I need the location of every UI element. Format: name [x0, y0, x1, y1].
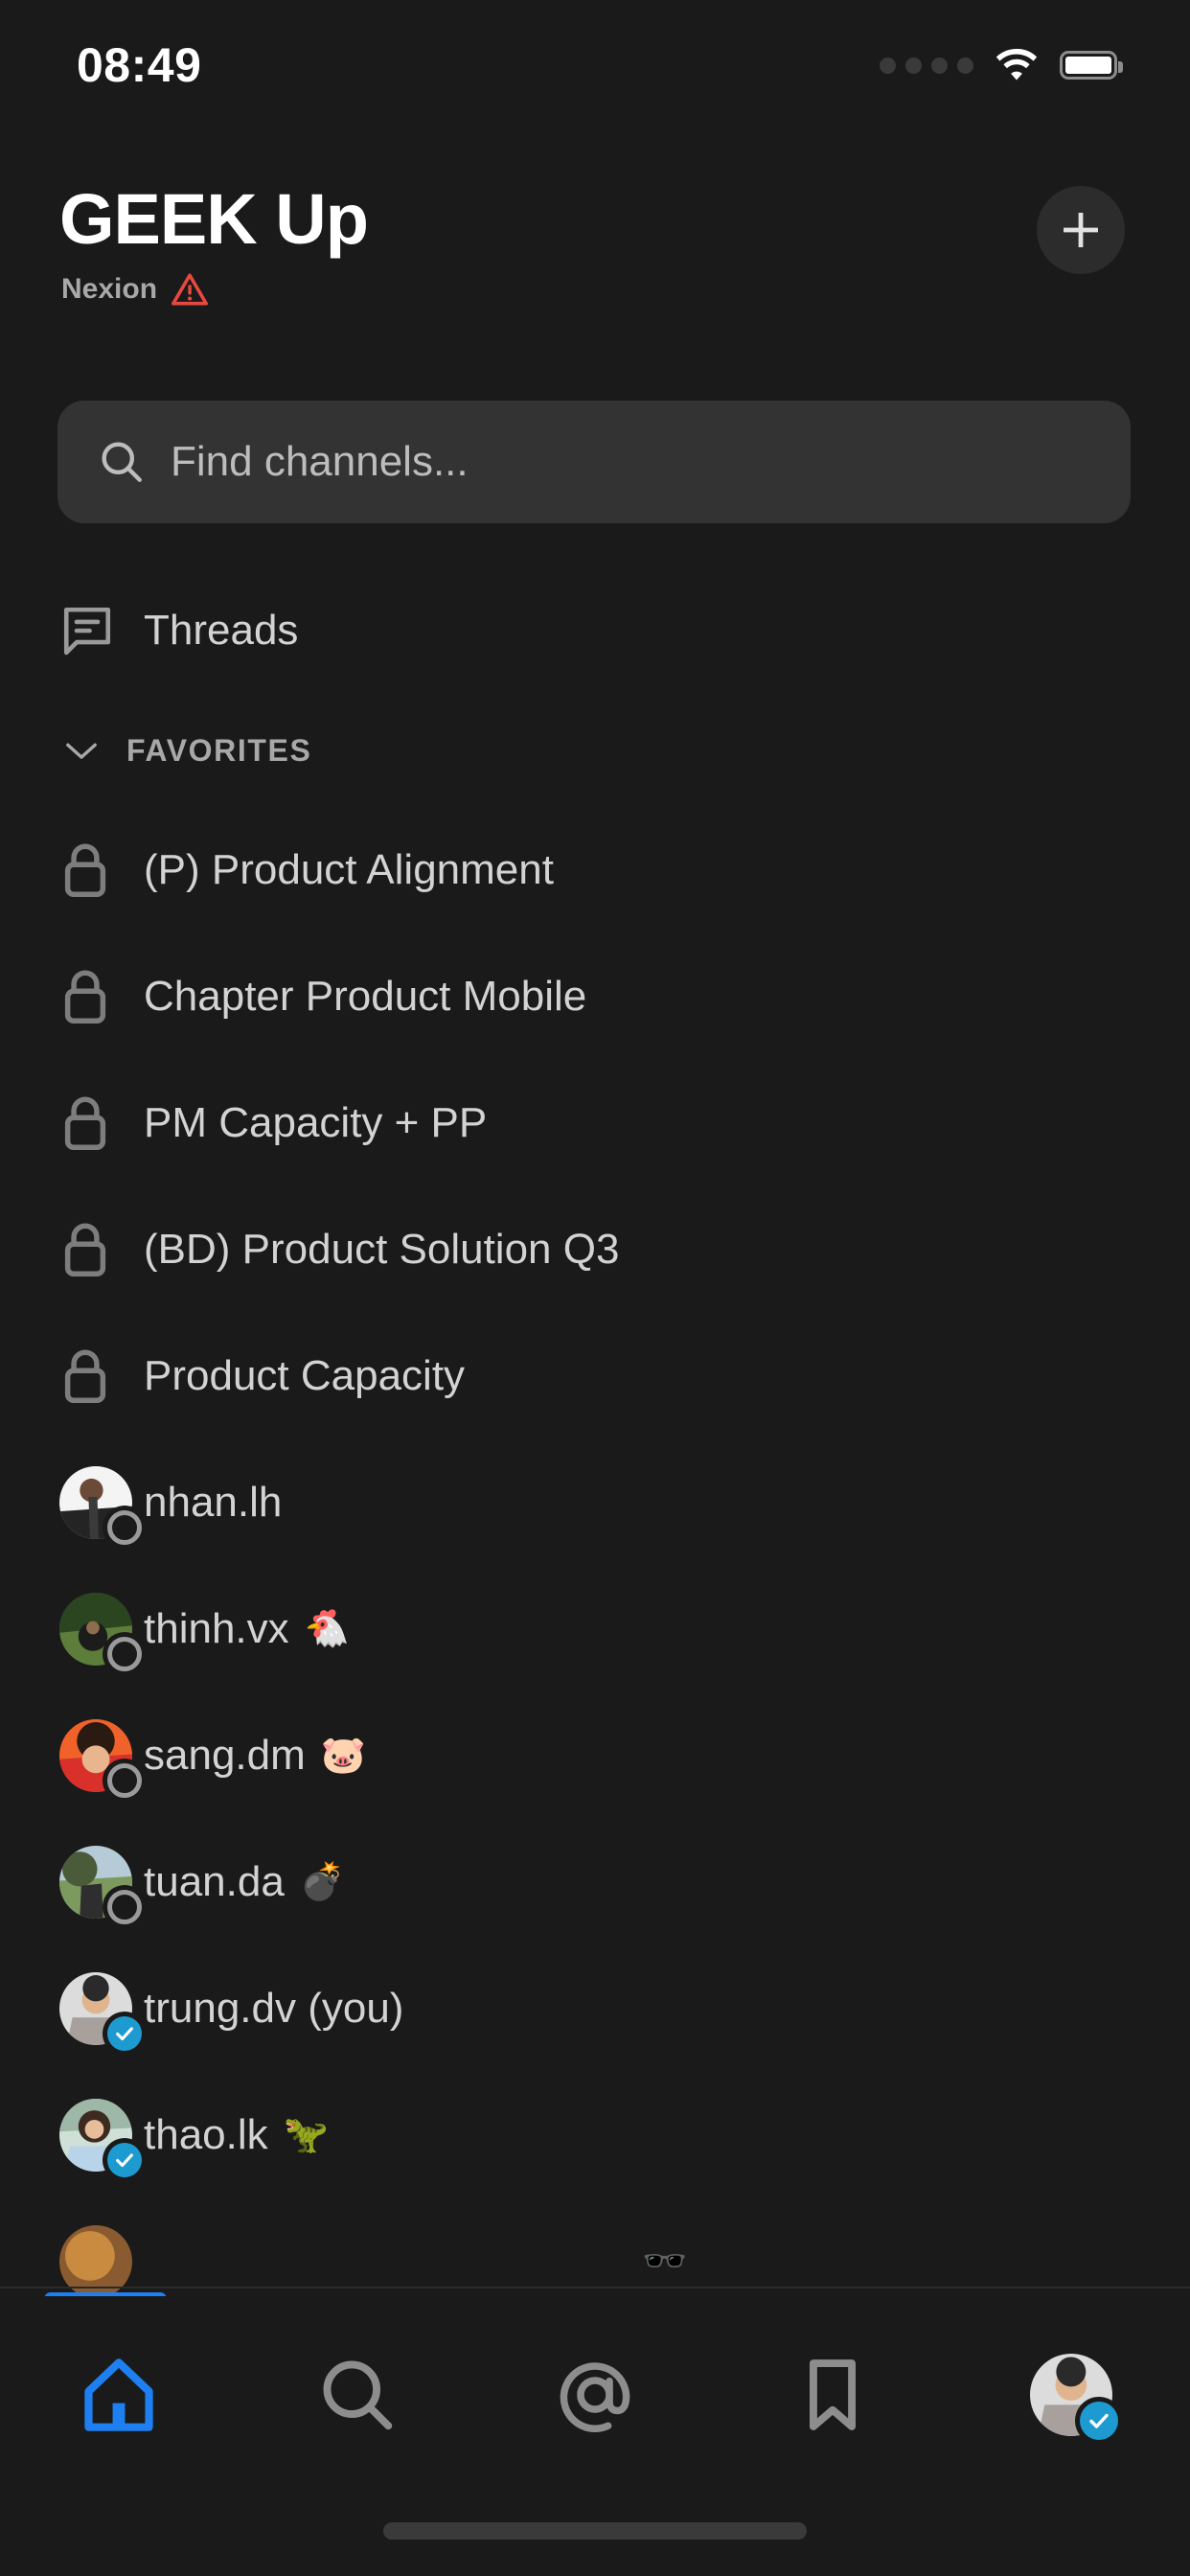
dm-label: tuan.da 💣 — [144, 1858, 345, 1906]
sidebar-item-dm[interactable]: trung.dv (you) — [0, 1945, 1190, 2072]
threads-icon — [63, 607, 111, 656]
tab-mentions[interactable] — [476, 2342, 714, 2448]
status-emoji: 🐔 — [304, 1609, 350, 1649]
dm-name: thinh.vx — [144, 1605, 289, 1652]
presence-active-icon — [107, 2143, 142, 2177]
sidebar-item-dm[interactable]: tuan.da 💣 — [0, 1819, 1190, 1945]
dm-label: nhan.lh — [144, 1479, 282, 1527]
lock-icon — [64, 1096, 106, 1151]
presence-away-icon — [107, 1510, 142, 1545]
slack-mobile-screen: 08:49 GEEK Up Nexion Find channels... Th… — [0, 0, 1190, 2576]
section-title: FAVORITES — [126, 732, 312, 768]
avatar — [59, 1846, 142, 1924]
divider — [0, 2287, 1190, 2288]
status-emoji: 🦖 — [283, 2115, 329, 2155]
search-input[interactable]: Find channels... — [57, 401, 1131, 523]
page-title[interactable]: GEEK Up — [59, 178, 369, 260]
channel-name: Product Capacity — [144, 1352, 466, 1399]
channel-name: (BD) Product Solution Q3 — [144, 1226, 620, 1273]
dm-label: 🕶️ — [144, 2243, 687, 2280]
sidebar-item-channel[interactable]: Product Capacity — [0, 1313, 1190, 1439]
tab-home[interactable] — [0, 2342, 238, 2448]
status-indicators — [880, 34, 1123, 81]
sidebar-item-dm-partial[interactable]: 🕶️ — [0, 2198, 1190, 2292]
sidebar-item-channel[interactable]: (P) Product Alignment — [0, 807, 1190, 933]
plus-icon — [1064, 213, 1098, 247]
status-bar: 08:49 — [0, 0, 1190, 115]
presence-away-icon — [107, 1890, 142, 1924]
avatar — [59, 1593, 142, 1671]
dm-name: trung.dv (you) — [144, 1985, 404, 2032]
signal-dots-icon — [880, 57, 973, 74]
avatar — [59, 2099, 142, 2177]
avatar — [1029, 2354, 1118, 2440]
battery-full-icon — [1060, 51, 1123, 80]
avatar — [59, 1466, 142, 1545]
warning-triangle-icon — [172, 273, 209, 306]
tab-you[interactable] — [952, 2342, 1190, 2448]
sidebar-scroll-area[interactable]: Threads FAVORITES (P) Product Alignment — [0, 567, 1190, 2292]
sidebar-item-label: Threads — [144, 607, 299, 654]
home-indicator — [383, 2522, 807, 2540]
channel-name: (P) Product Alignment — [144, 846, 554, 893]
sidebar-item-dm[interactable]: nhan.lh — [0, 1439, 1190, 1566]
avatar — [59, 2225, 132, 2292]
wifi-icon — [995, 49, 1038, 80]
workspace-subtitle: Nexion — [61, 273, 158, 305]
sidebar-item-threads[interactable]: Threads — [0, 567, 1190, 694]
workspace-status[interactable]: Nexion — [61, 272, 209, 307]
workspace-header: GEEK Up Nexion — [0, 169, 1190, 341]
sidebar-item-dm[interactable]: thinh.vx 🐔 — [0, 1566, 1190, 1692]
bottom-tab-bar — [0, 2296, 1190, 2576]
presence-active-icon — [107, 2016, 142, 2051]
dm-label: trung.dv (you) — [144, 1985, 403, 2033]
section-header-favorites[interactable]: FAVORITES — [0, 694, 1190, 807]
tab-saved[interactable] — [714, 2342, 951, 2448]
at-mention-icon — [560, 2362, 630, 2432]
status-emoji: 💣 — [299, 1862, 346, 1902]
avatar — [59, 1719, 142, 1798]
lock-icon — [64, 1349, 106, 1404]
dm-name: sang.dm — [144, 1732, 306, 1779]
dm-name: nhan.lh — [144, 1479, 283, 1526]
presence-active-icon — [1079, 2402, 1118, 2440]
sidebar-item-channel[interactable]: Chapter Product Mobile — [0, 933, 1190, 1060]
dm-name: thao.lk — [144, 2111, 268, 2158]
status-emoji: 🕶️ — [642, 2242, 688, 2282]
dm-name: tuan.da — [144, 1858, 285, 1905]
tab-search[interactable] — [238, 2342, 475, 2448]
chevron-down-icon — [66, 743, 97, 759]
sidebar-item-dm[interactable]: sang.dm 🐷 — [0, 1692, 1190, 1819]
sidebar-item-channel[interactable]: (BD) Product Solution Q3 — [0, 1186, 1190, 1313]
bookmark-icon — [810, 2359, 857, 2430]
search-placeholder: Find channels... — [171, 438, 469, 485]
presence-away-icon — [107, 1637, 142, 1671]
dm-label: sang.dm 🐷 — [144, 1732, 366, 1780]
channel-name: Chapter Product Mobile — [144, 973, 587, 1020]
search-icon — [323, 2360, 392, 2430]
dm-label: thao.lk 🦖 — [144, 2111, 329, 2159]
sidebar-item-dm[interactable]: thao.lk 🦖 — [0, 2072, 1190, 2198]
channel-name: PM Capacity + PP — [144, 1099, 488, 1146]
dm-label: thinh.vx 🐔 — [144, 1605, 350, 1653]
new-conversation-button[interactable] — [1037, 186, 1125, 274]
presence-away-icon — [107, 1763, 142, 1798]
lock-icon — [64, 1223, 106, 1277]
status-emoji: 🐷 — [320, 1736, 367, 1776]
sidebar-item-channel[interactable]: PM Capacity + PP — [0, 1060, 1190, 1186]
search-icon — [102, 442, 142, 482]
status-time: 08:49 — [77, 38, 202, 92]
lock-icon — [64, 970, 106, 1024]
avatar — [59, 1972, 142, 2051]
lock-icon — [64, 843, 106, 898]
home-icon — [84, 2358, 153, 2431]
